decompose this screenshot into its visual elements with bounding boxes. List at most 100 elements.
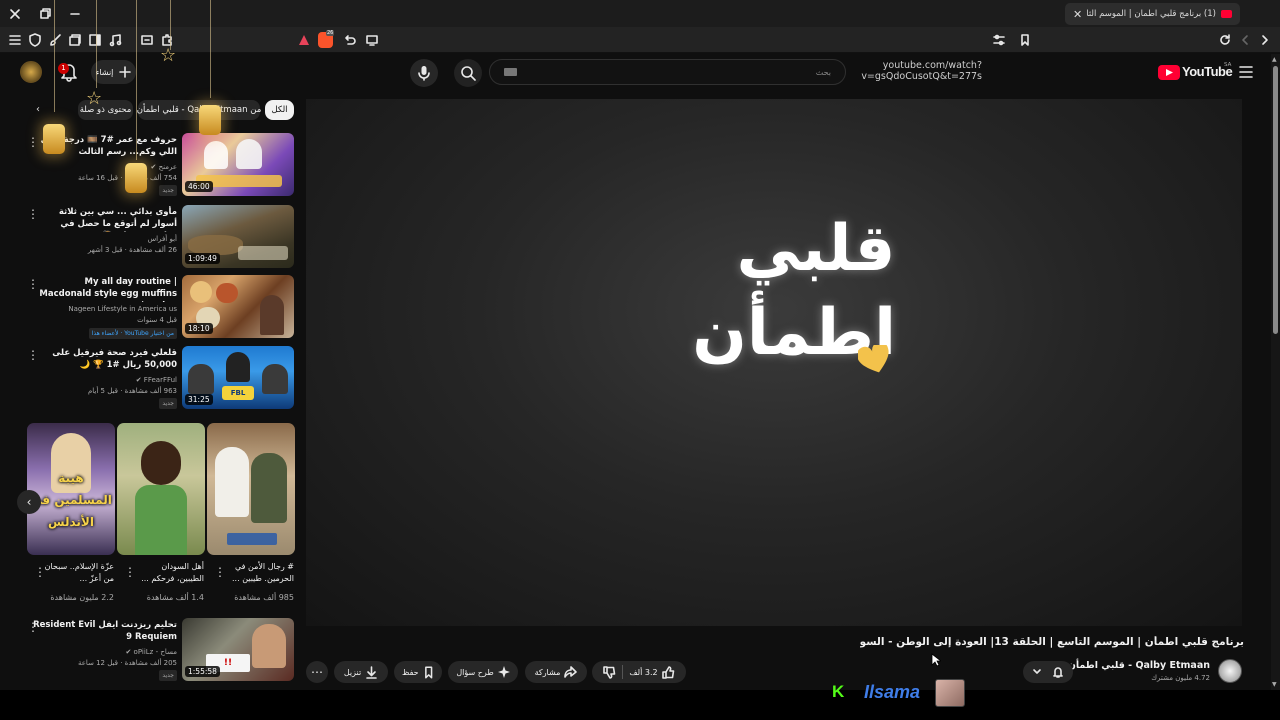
channel-avatar[interactable] [1218, 659, 1242, 683]
more-actions-icon[interactable]: ⋮ [27, 136, 39, 148]
reload-icon[interactable] [1218, 33, 1232, 47]
bookmark-icon[interactable] [1018, 33, 1032, 47]
more-actions-icon[interactable]: ⋮ [27, 349, 39, 361]
video-views: 205 ألف مشاهدة · قبل 12 ساعة [77, 659, 177, 667]
music-icon[interactable] [108, 33, 122, 47]
video-title[interactable]: My all day routine | Macdonald style egg… [32, 276, 177, 302]
keyboard-icon[interactable] [504, 68, 517, 76]
channel-name[interactable]: Nageen Lifestyle in America us [32, 304, 177, 315]
download-icon [366, 665, 377, 679]
channel-name[interactable]: أبو أفراس [32, 234, 177, 245]
voice-search-button[interactable] [410, 59, 438, 87]
cast-icon[interactable] [365, 33, 379, 47]
site-settings-icon[interactable] [992, 33, 1006, 47]
channel-logo-graphic: قلبي اطمأن [692, 207, 896, 417]
subscribed-button[interactable] [1023, 661, 1073, 683]
video-views: 754 ألف مشاهدة · قبل 16 ساعة [77, 174, 177, 182]
search-input[interactable]: بحث [489, 59, 846, 85]
chips-scroll-left-icon[interactable]: ‹ [36, 104, 40, 115]
share-icon [564, 665, 578, 678]
save-button[interactable]: حفظ [394, 661, 442, 683]
lantern-decoration-icon [125, 163, 147, 193]
vpn-icon[interactable] [298, 34, 310, 46]
video-views: 963 ألف مشاهدة · قبل 5 أيام [87, 387, 177, 395]
video-thumbnail[interactable]: 18:10 [182, 275, 294, 338]
short-thumbnail[interactable]: هيبة المسلمين في الأندلس [27, 423, 115, 555]
guide-menu-icon[interactable] [1238, 65, 1254, 79]
share-button[interactable]: مشاركة [525, 661, 587, 683]
search-button[interactable] [454, 59, 482, 87]
shorts-prev-button[interactable]: ‹ [17, 490, 41, 514]
related-video-item[interactable]: !! 1:55:58 تحليم ريزدنت ايفل Resident Ev… [0, 618, 300, 682]
short-views: 985 ألف مشاهدة [234, 593, 294, 602]
close-window-icon[interactable] [8, 7, 22, 21]
subscriber-count: 4.72 مليون مشترك [1151, 674, 1210, 682]
browser-toolbar: 26 youtube.com/watch?v=gsQdoCusotQ&t=277… [0, 27, 1280, 82]
channel-name[interactable]: FFearFFul ✔ [32, 375, 177, 386]
channel-name[interactable]: عرمنح ✔ [32, 162, 177, 173]
back-icon[interactable] [1238, 33, 1252, 47]
scroll-up-icon[interactable]: ▲ [1272, 56, 1277, 63]
more-actions-icon[interactable]: ⋮ [27, 621, 39, 633]
video-thumbnail[interactable]: !! 1:55:58 [182, 618, 294, 681]
sidebar-icon[interactable] [88, 33, 102, 47]
browser-tab-active[interactable]: (1) برنامج قلبي اطمأن | الموسم الثا ✕ [1065, 3, 1240, 25]
video-title[interactable]: مأوى بدائي ... سي بين ثلاثة أسوار لم أتو… [32, 206, 177, 232]
more-actions-icon[interactable]: ⋮ [27, 278, 39, 290]
forward-icon[interactable] [1258, 33, 1272, 47]
video-thumbnail[interactable]: 1:09:49 [182, 205, 294, 268]
gold-heart-icon [858, 345, 889, 373]
duration-badge: 1:09:49 [185, 253, 220, 264]
minimize-window-icon[interactable] [68, 7, 82, 21]
share-label: مشاركة [534, 667, 561, 677]
more-actions-button[interactable]: ⋯ [306, 661, 328, 683]
close-tab-icon[interactable]: ✕ [1073, 8, 1082, 21]
menu-icon[interactable] [8, 33, 22, 47]
ask-label: طرح سؤال [456, 667, 494, 677]
restore-window-icon[interactable] [38, 7, 52, 21]
brush-icon[interactable] [48, 33, 62, 47]
video-title[interactable]: قلعلي فيرد صحة فيرفيل على 50,000 ريال #1… [32, 347, 177, 373]
channel-name[interactable]: Qalby Etmaan - قلبي اطمأن [1068, 660, 1210, 671]
create-button[interactable]: إنشاء [91, 60, 136, 84]
more-actions-icon[interactable]: ⋮ [27, 208, 39, 220]
video-title[interactable]: تحليم ريزدنت ايفل Resident Evil 9 Requie… [32, 619, 177, 645]
bell-icon [1053, 667, 1063, 678]
scroll-down-icon[interactable]: ▼ [1272, 681, 1277, 688]
short-more-icon[interactable]: ⋮ [214, 566, 226, 578]
chip-all[interactable]: الكل [265, 100, 294, 120]
new-badge: جديد [159, 670, 177, 681]
video-views: 26 ألف مشاهدة · قبل 3 أشهر [87, 246, 177, 254]
tab-title: (1) برنامج قلبي اطمأن | الموسم الثا [1087, 9, 1216, 19]
related-video-item[interactable]: FBL 31:25 قلعلي فيرد صحة فيرفيل على 50,0… [0, 346, 300, 410]
short-more-icon[interactable]: ⋮ [34, 566, 46, 578]
shield-icon[interactable] [28, 33, 42, 47]
related-video-item[interactable]: 18:10 My all day routine | Macdonald sty… [0, 275, 300, 339]
like-dislike-group: 3.2 ألف [592, 661, 686, 683]
video-player[interactable]: قلبي اطمأن [306, 99, 1242, 626]
youtube-logo-icon[interactable] [1158, 65, 1180, 80]
tabs-icon[interactable] [68, 33, 82, 47]
short-title[interactable]: أهل السودان الطيبين، فرحكم ... [132, 561, 204, 585]
short-title[interactable]: # رجال الأمن في الحرمين. طيبين ... [222, 561, 294, 585]
channel-name[interactable]: مساح - oPiiLz ✔ [32, 647, 177, 658]
short-thumbnail[interactable] [117, 423, 205, 555]
short-title[interactable]: عزّة الإسلام.. سبحان من أعزّ ... [42, 561, 114, 585]
lantern-decoration-icon [43, 124, 65, 154]
screenshot-icon[interactable] [140, 33, 154, 47]
scrollbar-thumb[interactable] [1273, 66, 1278, 334]
kick-logo-icon: K [832, 682, 845, 701]
ask-button[interactable]: طرح سؤال [448, 661, 518, 683]
short-thumbnail[interactable] [207, 423, 295, 555]
download-button[interactable]: تنزيل [334, 661, 388, 683]
rewind-icon[interactable] [343, 33, 357, 47]
dislike-icon[interactable] [603, 665, 616, 679]
video-thumbnail[interactable]: FBL 31:25 [182, 346, 294, 409]
video-thumbnail[interactable]: 46:00 [182, 133, 294, 196]
short-caption: هيبة المسلمين في الأندلس [30, 471, 112, 529]
like-button[interactable]: 3.2 ألف [629, 665, 674, 679]
page-scrollbar[interactable]: ▲ ▼ [1271, 54, 1280, 690]
account-avatar[interactable] [20, 61, 42, 83]
short-more-icon[interactable]: ⋮ [124, 566, 136, 578]
related-video-item[interactable]: 1:09:49 مأوى بدائي ... سي بين ثلاثة أسوا… [0, 205, 300, 269]
